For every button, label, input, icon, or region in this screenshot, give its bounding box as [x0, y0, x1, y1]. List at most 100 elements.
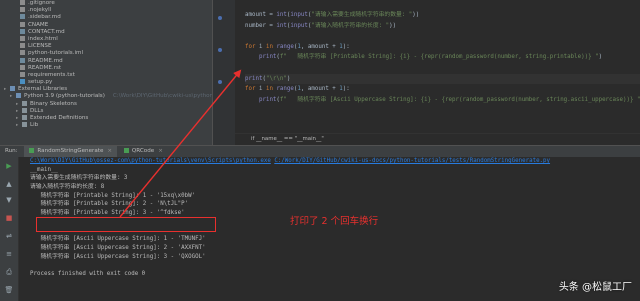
annotation-label: 打印了 2 个回车换行	[290, 216, 379, 227]
tab-random-string-generate[interactable]: RandomStringGenerate ×	[24, 146, 118, 157]
watermark: 头条 @松鼠工厂	[558, 282, 632, 293]
console-command-line: C:\Work\DIY\GitHub\ossez-com\python-tuto…	[30, 157, 640, 166]
stop-button[interactable]: ■	[4, 213, 14, 223]
python-exe-link[interactable]: C:\Work\DIY\GitHub\ossez-com\python-tuto…	[30, 158, 271, 164]
tab-label: QRCode	[131, 148, 155, 154]
tree-item[interactable]: README.md	[0, 57, 212, 65]
tree-item[interactable]: ▸ DLLs	[0, 107, 212, 115]
code-line[interactable]: amount = int(input("请输入需要生成随机字符串的数量: "))	[245, 10, 640, 21]
code-line[interactable]: print(f" 随机字符串 [Printable String]: {i} -…	[245, 52, 640, 63]
code-token: ))	[412, 12, 420, 18]
code-token: , amount +	[300, 86, 340, 93]
tree-item-label: Lib	[30, 122, 39, 129]
tree-item[interactable]: ▸ Lib	[0, 122, 212, 129]
file-icon	[20, 21, 25, 27]
tree-item[interactable]: setup.py	[0, 79, 212, 86]
run-config-icon	[29, 148, 35, 153]
close-icon[interactable]: ×	[158, 148, 163, 154]
file-icon	[20, 64, 25, 70]
code-token: in	[265, 43, 277, 50]
file-icon	[20, 35, 25, 41]
code-token: for	[245, 86, 259, 93]
tree-item[interactable]: .sidebar.md	[0, 14, 212, 21]
code-token: i	[258, 43, 266, 50]
code-line[interactable]: for i in range(1, amount + 1):	[245, 84, 640, 95]
tree-item-label: External Libraries	[18, 86, 68, 93]
code-token: print	[245, 75, 263, 82]
rerun-button[interactable]: ▶	[4, 161, 14, 171]
breadcrumb[interactable]: if __name__ == "__main__"	[235, 133, 640, 145]
run-label: Run:	[5, 148, 18, 154]
tree-item-label: README.md	[28, 57, 63, 64]
tree-item[interactable]: ▸ Python 3.9 (python-tutorials) C:\Work\DI…	[0, 93, 212, 100]
code-token: "请输入需要生成随机字符串的数量: "	[311, 12, 413, 18]
clear-console-button[interactable]: 🗑	[4, 285, 14, 295]
code-token: ))	[389, 22, 397, 29]
code-token: )	[598, 54, 603, 61]
tree-item[interactable]: python-tutorials.iml	[0, 50, 212, 57]
tree-item-label: .sidebar.md	[28, 14, 61, 21]
code-token: i	[258, 86, 266, 93]
tree-item[interactable]: .gitignore	[0, 0, 212, 7]
console-line: __main__	[30, 166, 58, 173]
tree-item[interactable]: LICENSE	[0, 43, 212, 50]
code-token: ):	[342, 86, 350, 93]
code-line[interactable]: print(f" 随机字符串 [Ascii Uppercase String]:…	[245, 95, 640, 106]
tree-item[interactable]: .nojekyll	[0, 7, 212, 14]
code-token: , amount +	[300, 43, 340, 50]
code-line[interactable]	[245, 31, 640, 42]
tree-item-label: CONTACT.md	[28, 28, 65, 35]
file-icon	[20, 71, 25, 77]
folder-icon	[22, 107, 27, 113]
code-token: input	[290, 22, 308, 29]
console-line: 请输入需要生成随机字符串的数量: 3	[30, 175, 128, 182]
code-token: int	[276, 22, 287, 29]
tree-item-label: DLLs	[30, 107, 44, 114]
editor-gutter[interactable]	[213, 0, 235, 145]
tree-item-label: README.rst	[28, 64, 62, 71]
tree-item-label: LICENSE	[28, 43, 52, 50]
interpreter-path-hint: C:\Work\DIY\GitHub\cwiki-us\python-tutor…	[112, 93, 212, 100]
tree-item[interactable]: index.html	[0, 35, 212, 43]
code-token: in	[265, 86, 277, 93]
tree-item[interactable]: ▸ External Libraries	[0, 86, 212, 93]
run-toolbar: ▶ ▲ ▼ ■ ⇌ ≡ ⎙ 🗑	[0, 157, 19, 301]
tree-item[interactable]: ▸ Extended Definitions	[0, 115, 212, 122]
annotation-highlight-box	[36, 217, 216, 232]
code-token: input	[290, 12, 308, 18]
code-editor[interactable]: amount = int(input("请输入需要生成随机字符串的数量: "))…	[213, 0, 640, 145]
scroll-down-button[interactable]: ▼	[4, 195, 14, 205]
scroll-to-end-button[interactable]: ≡	[4, 249, 14, 259]
file-icon	[20, 50, 25, 56]
code-token: amount =	[245, 12, 277, 18]
tree-item-label: Binary Skeletons	[30, 100, 77, 107]
code-lines[interactable]: amount = int(input("请输入需要生成随机字符串的数量: "))…	[245, 10, 640, 105]
tab-qrcode[interactable]: QRCode ×	[119, 146, 168, 157]
soft-wrap-button[interactable]: ⇌	[4, 231, 14, 241]
code-token: range	[276, 43, 294, 50]
md-icon	[20, 57, 25, 63]
code-line[interactable]: print("\r\n")	[245, 73, 640, 85]
code-token: for	[245, 43, 259, 50]
code-token: range	[276, 86, 294, 93]
script-path-link[interactable]: C:/Work/DIY/GitHub/cwiki-us-docs/python-…	[274, 158, 550, 164]
library-icon	[10, 86, 15, 92]
md-icon	[20, 14, 25, 20]
code-token: int	[276, 12, 287, 18]
console-line: 随机字符串 [Ascii Uppercase String]: 3 - 'QXO…	[30, 253, 206, 260]
tree-item[interactable]: CNAME	[0, 21, 212, 29]
tab-label: RandomStringGenerate	[37, 148, 104, 154]
code-line[interactable]: for i in range(1, amount + 1):	[245, 42, 640, 53]
tree-item[interactable]: ▸ Binary Skeletons	[0, 100, 212, 108]
print-button[interactable]: ⎙	[4, 267, 14, 277]
tree-item[interactable]: CONTACT.md	[0, 28, 212, 36]
code-line[interactable]: number = int(input("请输入随机字符串的长度: "))	[245, 21, 640, 32]
close-icon[interactable]: ×	[107, 148, 112, 154]
tree-item[interactable]: requirements.txt	[0, 71, 212, 79]
tree-item[interactable]: README.rst	[0, 64, 212, 72]
code-line[interactable]	[245, 63, 640, 74]
md-icon	[20, 28, 25, 34]
tree-item-label: .nojekyll	[28, 7, 52, 14]
scroll-up-button[interactable]: ▲	[4, 179, 14, 189]
console-line: 随机字符串 [Printable String]: 2 - 'N\tJL"P'	[30, 201, 189, 208]
